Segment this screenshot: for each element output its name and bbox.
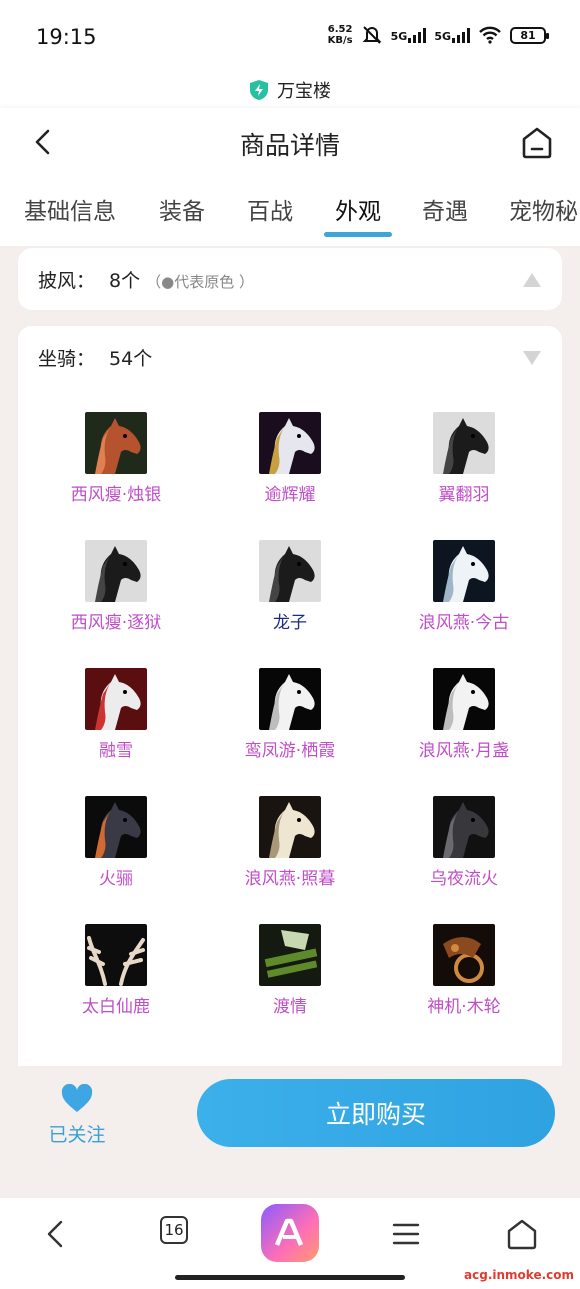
tab-basic-info[interactable]: 基础信息 — [24, 192, 116, 226]
header: 商品详情 基础信息 装备 百战 外观 奇遇 宠物秘 — [0, 108, 580, 246]
mount-item[interactable]: 乌夜流火 — [374, 796, 554, 889]
mount-item-name: 浪风燕·照暮 — [244, 869, 336, 889]
mount-count: 54个 — [109, 348, 153, 370]
mount-item[interactable]: 火骊 — [26, 796, 206, 889]
signal-sim2-icon: 5G — [434, 27, 470, 43]
browser-back-icon[interactable] — [38, 1216, 74, 1252]
antler-icon — [85, 924, 147, 986]
horse-black-icon — [85, 540, 147, 602]
mount-item[interactable]: 逾辉耀 — [200, 412, 380, 505]
status-bar: 19:15 6.52 KB/s 5G 5G 81 — [0, 0, 580, 72]
mount-item[interactable]: 渡情 — [200, 924, 380, 1017]
horse-black-icon — [433, 412, 495, 474]
mount-item[interactable]: 浪风燕·月盏 — [374, 668, 554, 761]
content: 披风： 8个 （●代表原色 ） 坐骑： 54个 西风瘦·烛银 逾辉耀 翼翻羽西风瘦·… — [0, 246, 580, 1066]
net-speed: 6.52 KB/s — [327, 24, 353, 46]
tab-adventure[interactable]: 奇遇 — [422, 192, 468, 226]
cape-header: 披风： 8个 （●代表原色 ） — [38, 266, 254, 293]
buy-now-button[interactable]: 立即购买 — [197, 1079, 555, 1147]
unicorn-gold-icon — [259, 412, 321, 474]
cape-label: 披风： — [38, 270, 96, 292]
mount-item[interactable]: 浪风燕·今古 — [374, 540, 554, 633]
mount-item[interactable]: 融雪 — [26, 668, 206, 761]
mount-card: 坐骑： 54个 西风瘦·烛银 逾辉耀 翼翻羽西风瘦·逐狱 龙子 浪风燕·今古融雪 鸾凤游·… — [18, 326, 562, 1066]
tabs-count-button[interactable]: 16 — [160, 1216, 188, 1244]
home-icon[interactable] — [520, 126, 554, 160]
mount-item[interactable]: 神机·木轮 — [374, 924, 554, 1017]
horse-white-icon — [433, 668, 495, 730]
menu-icon[interactable] — [388, 1216, 424, 1252]
horse-armored-icon — [433, 796, 495, 858]
watermark: acg.inmoke.com — [464, 1268, 574, 1282]
mount-item-name: 西风瘦·烛银 — [70, 485, 162, 505]
mount-item-name: 太白仙鹿 — [82, 997, 150, 1017]
cape-note: （●代表原色 ） — [146, 273, 254, 291]
mount-item[interactable]: 龙子 — [200, 540, 380, 633]
mount-item-name: 龙子 — [273, 613, 307, 633]
mount-label: 坐骑： — [38, 348, 96, 370]
mech-wheel-icon — [433, 924, 495, 986]
browser-home-icon[interactable] — [504, 1216, 540, 1252]
horse-dark-icon — [85, 796, 147, 858]
heart-icon — [61, 1084, 93, 1112]
horse-white-red-icon — [85, 668, 147, 730]
tab-appearance[interactable]: 外观 — [335, 192, 381, 226]
mount-item[interactable]: 浪风燕·照暮 — [200, 796, 380, 889]
tab-equipment[interactable]: 装备 — [159, 192, 205, 226]
mount-item-name: 逾辉耀 — [264, 485, 316, 505]
status-icons: 6.52 KB/s 5G 5G 81 — [327, 24, 549, 46]
mount-item-name: 渡情 — [273, 997, 307, 1017]
tab-baizhan[interactable]: 百战 — [247, 192, 293, 226]
battery-icon: 81 — [510, 26, 549, 44]
mount-item[interactable]: 翼翻羽 — [374, 412, 554, 505]
mount-item-name: 浪风燕·今古 — [418, 613, 510, 633]
page-title: 商品详情 — [239, 131, 340, 160]
site-title: 万宝楼 — [277, 81, 331, 102]
follow-button[interactable]: 已关注 — [40, 1084, 114, 1154]
cape-card[interactable]: 披风： 8个 （●代表原色 ） — [18, 248, 562, 310]
mount-item[interactable]: 鸾凤游·栖霞 — [200, 668, 380, 761]
expand-arrow-icon[interactable] — [522, 350, 542, 366]
mount-item[interactable]: 太白仙鹿 — [26, 924, 206, 1017]
tab-pet[interactable]: 宠物秘 — [509, 192, 578, 226]
horse-cream-icon — [259, 796, 321, 858]
shield-bolt-icon — [250, 80, 268, 100]
mount-item-name: 乌夜流火 — [430, 869, 498, 889]
ai-assistant-button[interactable] — [261, 1204, 319, 1262]
horse-black-icon — [259, 540, 321, 602]
mute-bell-icon — [362, 26, 382, 44]
follow-label: 已关注 — [48, 1124, 106, 1146]
mount-item-name: 浪风燕·月盏 — [418, 741, 510, 761]
horse-white-icon — [259, 668, 321, 730]
mount-item[interactable]: 西风瘦·逐狱 — [26, 540, 206, 633]
cape-count: 8个 — [109, 270, 141, 292]
buy-bar: 已关注 立即购买 — [0, 1066, 580, 1198]
collapse-arrow-icon[interactable] — [522, 272, 542, 288]
mount-header: 坐骑： 54个 — [38, 344, 152, 371]
horse-white-mane-icon — [433, 540, 495, 602]
horse-red-icon — [85, 412, 147, 474]
home-indicator — [175, 1275, 405, 1280]
site-bar: 万宝楼 — [0, 72, 580, 108]
ai-logo-icon — [274, 1218, 304, 1246]
mount-item-name: 融雪 — [99, 741, 133, 761]
tab-indicator — [324, 232, 392, 237]
mount-item-name: 西风瘦·逐狱 — [70, 613, 162, 633]
signal-sim1-icon: 5G — [391, 27, 427, 43]
status-time: 19:15 — [36, 25, 97, 49]
mount-item-name: 鸾凤游·栖霞 — [244, 741, 336, 761]
tab-bar: 基础信息 装备 百战 外观 奇遇 宠物秘 — [0, 188, 580, 246]
mount-item-name: 神机·木轮 — [427, 997, 501, 1017]
wifi-icon — [479, 26, 501, 44]
mount-item[interactable]: 西风瘦·烛银 — [26, 412, 206, 505]
mount-item-name: 翼翻羽 — [438, 485, 490, 505]
mount-item-name: 火骊 — [99, 869, 133, 889]
bamboo-raft-icon — [259, 924, 321, 986]
